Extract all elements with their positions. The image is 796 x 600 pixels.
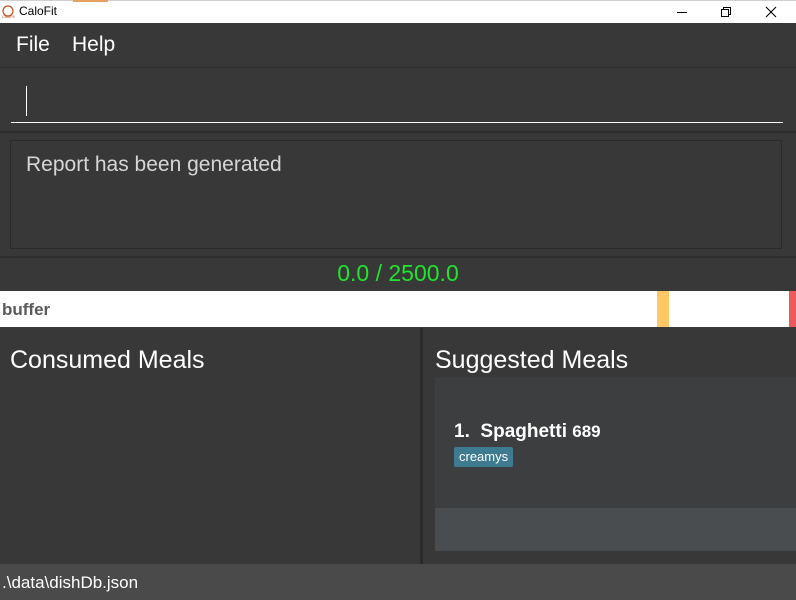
result-message: Report has been generated — [26, 153, 282, 176]
title-bar: CaloFit CaloFit — [0, 0, 796, 23]
calorie-counter: 0.0 / 2500.0 — [337, 260, 459, 286]
close-icon — [765, 6, 777, 17]
consumed-meals-panel: Consumed Meals — [0, 328, 420, 564]
status-bar: .\data\dishDb.json — [0, 564, 796, 600]
minimize-icon — [677, 11, 687, 13]
result-display[interactable]: Report has been generated — [10, 140, 782, 249]
suggested-meals-list[interactable]: 1. Spaghetti 689 creamys — [435, 377, 796, 551]
minimize-button[interactable] — [659, 0, 705, 23]
limit-marker — [789, 291, 796, 327]
meal-tag: creamys — [454, 447, 514, 467]
command-input[interactable] — [11, 82, 783, 123]
buffer-marker — [657, 291, 669, 327]
menu-file[interactable]: File — [16, 33, 50, 57]
consumed-meals-title: Consumed Meals — [10, 346, 205, 374]
text-caret — [26, 86, 27, 116]
maximize-icon — [721, 6, 731, 17]
menu-help[interactable]: Help — [72, 33, 115, 57]
svg-text:CaloFit: CaloFit — [2, 14, 15, 19]
close-button[interactable] — [748, 0, 794, 23]
calorie-progress-bar: buffer — [0, 291, 796, 327]
divider — [0, 256, 796, 258]
menu-bar: File Help — [0, 23, 796, 68]
calofit-logo-icon: CaloFit — [2, 5, 15, 19]
meal-title: 1. Spaghetti 689 — [454, 421, 601, 443]
command-box — [0, 68, 796, 133]
suggested-meals-title: Suggested Meals — [435, 346, 629, 374]
window-title: CaloFit — [19, 4, 58, 18]
meal-calories: 689 — [572, 422, 601, 441]
meal-name: Spaghetti — [480, 421, 567, 442]
meal-index: 1. — [454, 421, 470, 442]
maximize-button[interactable] — [703, 0, 749, 23]
taskbar-accent — [73, 0, 108, 2]
list-item[interactable]: 1. Spaghetti 689 creamys — [435, 377, 796, 508]
progress-bar-label: buffer — [2, 300, 51, 319]
data-file-path: .\data\dishDb.json — [2, 573, 139, 592]
